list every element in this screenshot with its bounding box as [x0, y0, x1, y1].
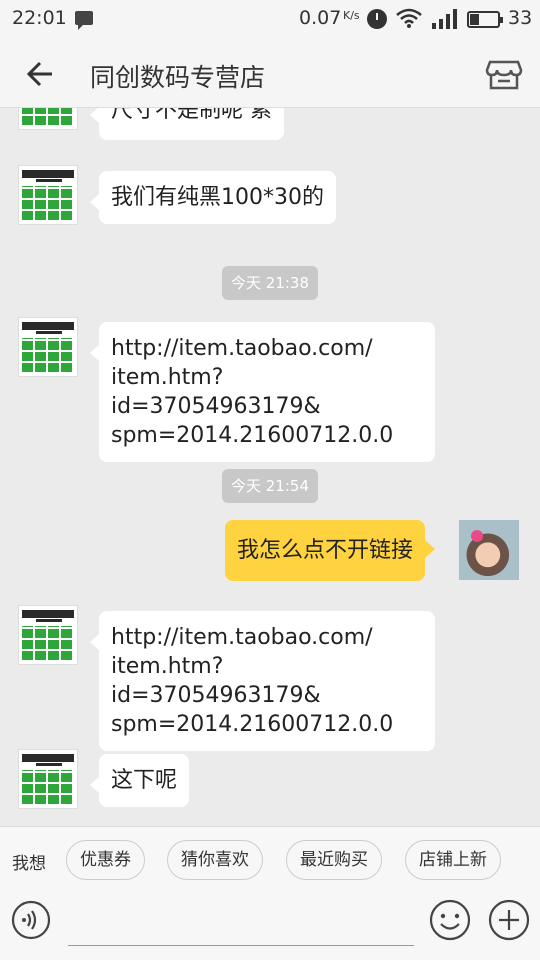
- network-speed: 0.07: [299, 7, 342, 29]
- message-link-line[interactable]: http://item.taobao.com/: [111, 623, 423, 652]
- chip-recent-purchases[interactable]: 最近购买: [286, 840, 382, 880]
- shop-name-title: 同创数码专营店: [90, 63, 266, 92]
- quick-bar-label: 我想: [12, 854, 46, 874]
- message-bubble[interactable]: 我们有纯黑100*30的: [90, 171, 336, 224]
- status-bar: 22:01 0.07 K/s 33: [0, 0, 540, 38]
- link-message-bubble[interactable]: http://item.taobao.com/ item.htm?id=3705…: [90, 611, 435, 751]
- voice-input-icon[interactable]: [11, 900, 51, 940]
- message-link-line[interactable]: spm=2014.21600712.0.0: [111, 421, 423, 450]
- message-link-line[interactable]: item.htm?id=37054963179&: [111, 363, 423, 421]
- quick-suggestion-bar: 我想 优惠券 猜你喜欢 最近购买 店铺上新: [0, 826, 540, 892]
- add-attachment-icon[interactable]: [488, 899, 530, 941]
- message-input[interactable]: [68, 902, 414, 946]
- message-text: 这下呢: [111, 768, 178, 793]
- store-icon[interactable]: [484, 54, 524, 94]
- emoji-icon[interactable]: [429, 899, 471, 941]
- chip-coupons[interactable]: 优惠券: [66, 840, 145, 880]
- wifi-icon: [396, 8, 422, 28]
- message-bubble[interactable]: 尺寸不是制呢 索: [90, 108, 284, 140]
- shop-avatar[interactable]: [18, 165, 78, 225]
- message-link-line[interactable]: item.htm?id=37054963179&: [111, 652, 423, 710]
- shop-avatar[interactable]: [18, 108, 78, 130]
- battery-level: 33: [508, 7, 533, 29]
- chip-new-arrivals[interactable]: 店铺上新: [405, 840, 501, 880]
- message-text: 尺寸不是制呢 索: [111, 108, 272, 123]
- message-link-line[interactable]: spm=2014.21600712.0.0: [111, 710, 423, 739]
- message-text: 我怎么点不开链接: [237, 538, 414, 563]
- chat-header: 同创数码专营店: [0, 38, 540, 108]
- alarm-icon: [367, 9, 387, 29]
- shop-avatar[interactable]: [18, 317, 78, 377]
- battery-icon: [467, 11, 503, 28]
- my-message-bubble[interactable]: 我怎么点不开链接: [225, 520, 436, 581]
- network-speed-unit: K/s: [343, 9, 360, 22]
- signal-icon: [432, 9, 457, 29]
- status-time: 22:01: [12, 7, 67, 29]
- chip-recommendations[interactable]: 猜你喜欢: [167, 840, 263, 880]
- message-input-bar: [0, 892, 540, 960]
- chat-timestamp: 今天 21:54: [222, 469, 318, 503]
- message-bubble[interactable]: 这下呢: [89, 754, 190, 807]
- shop-avatar[interactable]: [18, 605, 78, 665]
- message-link-line[interactable]: http://item.taobao.com/: [111, 334, 423, 363]
- link-message-bubble[interactable]: http://item.taobao.com/ item.htm?id=3705…: [90, 322, 435, 462]
- message-text: 我们有纯黑100*30的: [111, 185, 324, 210]
- shop-avatar[interactable]: [18, 749, 78, 809]
- message-notification-icon: [75, 11, 93, 30]
- user-avatar[interactable]: [459, 520, 519, 580]
- chat-timestamp: 今天 21:38: [222, 266, 318, 300]
- chat-message-list[interactable]: 尺寸不是制呢 索 我们有纯黑100*30的 今天 21:38 http://it…: [0, 108, 540, 826]
- back-arrow-icon[interactable]: [22, 56, 62, 92]
